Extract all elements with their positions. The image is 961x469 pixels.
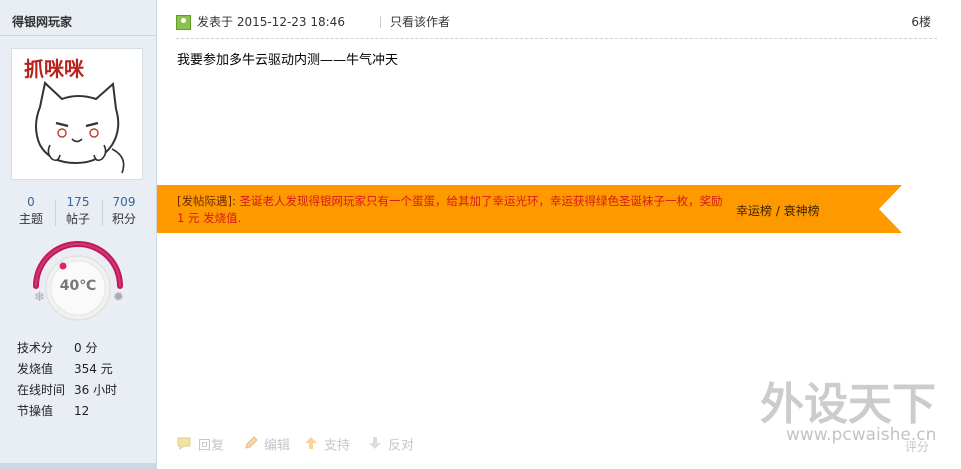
author-stats: 0 主题 175 帖子 709 积分: [8, 194, 148, 230]
post-time: 发表于 2015-12-23 18:46: [197, 15, 345, 29]
profile-key: 在线时间: [17, 383, 66, 397]
edit-label: 编辑: [264, 438, 291, 454]
header-divider: [380, 16, 381, 28]
author-profile: 技术分 0 分 发烧值 354 元 在线时间 36 小时 节操值 12: [17, 338, 117, 422]
stat-threads-label: 主题: [18, 212, 43, 226]
edit-icon: [244, 436, 258, 456]
avatar-image: 抓咪咪: [12, 49, 142, 179]
profile-row: 发烧值 354 元: [17, 359, 117, 380]
sidebar-divider: [0, 35, 156, 36]
profile-key: 发烧值: [17, 362, 54, 376]
banner-body: 圣诞老人发现得银网玩家只有一个蛋蛋，给其加了幸运光环，幸运获得绿色圣诞袜子一枚，…: [177, 194, 723, 225]
author-sidebar: 得银网玩家 抓咪咪 0 主题 175 帖子 709 积分 ❄ ✹ 40℃ 技术分…: [0, 0, 157, 469]
post-content: 我要参加多牛云驱动内测——牛气冲天: [177, 53, 399, 68]
stat-threads[interactable]: 0 主题: [8, 194, 54, 228]
thumbs-down-icon: [368, 436, 382, 456]
rate-button[interactable]: 评分: [905, 438, 929, 455]
edit-button[interactable]: 编辑: [244, 436, 290, 456]
post-event-banner: [发帖际遇]: 圣诞老人发现得银网玩家只有一个蛋蛋，给其加了幸运光环，幸运获得绿…: [157, 185, 902, 233]
profile-value: 354 元: [74, 362, 113, 376]
author-name[interactable]: 得银网玩家: [12, 13, 72, 30]
reply-icon: [176, 436, 192, 456]
support-button[interactable]: 支持: [304, 436, 350, 456]
profile-value: 0 分: [74, 341, 98, 355]
watermark-title: 外设天下: [760, 379, 936, 430]
profile-key: 节操值: [17, 404, 54, 418]
banner-message: [发帖际遇]: 圣诞老人发现得银网玩家只有一个蛋蛋，给其加了幸运光环，幸运获得绿…: [177, 193, 727, 227]
online-status-icon: [176, 15, 191, 30]
avatar[interactable]: 抓咪咪: [11, 48, 143, 180]
profile-key: 技术分: [17, 341, 54, 355]
only-author-link[interactable]: 只看该作者: [390, 14, 450, 30]
stat-points-value: 709: [112, 195, 136, 209]
floor-number[interactable]: 6楼: [911, 14, 931, 30]
stat-points-label: 积分: [111, 212, 136, 226]
stat-threads-value: 0: [27, 195, 35, 209]
stat-posts-label: 帖子: [65, 212, 90, 226]
oppose-button[interactable]: 反对: [368, 436, 414, 456]
profile-value: 36 小时: [74, 383, 118, 397]
sidebar-bottom-bar: [0, 463, 156, 469]
reply-label: 回复: [198, 438, 225, 454]
reply-button[interactable]: 回复: [176, 436, 224, 456]
temperature-value: 40℃: [59, 278, 97, 294]
post-header: 发表于 2015-12-23 18:46 只看该作者 6楼: [176, 14, 937, 32]
stat-posts[interactable]: 175 帖子: [55, 194, 101, 228]
stat-points[interactable]: 709 积分: [101, 194, 147, 228]
header-dashed-divider: [176, 38, 937, 39]
profile-value: 12: [74, 404, 90, 418]
temperature-gauge: ❄ ✹ 40℃: [24, 240, 132, 324]
profile-row: 在线时间 36 小时: [17, 380, 117, 401]
luck-ranking-links[interactable]: 幸运榜 / 衰神榜: [736, 202, 820, 219]
profile-row: 技术分 0 分: [17, 338, 117, 359]
oppose-label: 反对: [388, 438, 415, 454]
profile-row: 节操值 12: [17, 401, 117, 422]
stat-posts-value: 175: [66, 195, 90, 209]
thumbs-up-icon: [304, 436, 318, 456]
banner-label: [发帖际遇]:: [177, 194, 236, 208]
avatar-caption: 抓咪咪: [24, 57, 85, 81]
support-label: 支持: [324, 438, 351, 454]
